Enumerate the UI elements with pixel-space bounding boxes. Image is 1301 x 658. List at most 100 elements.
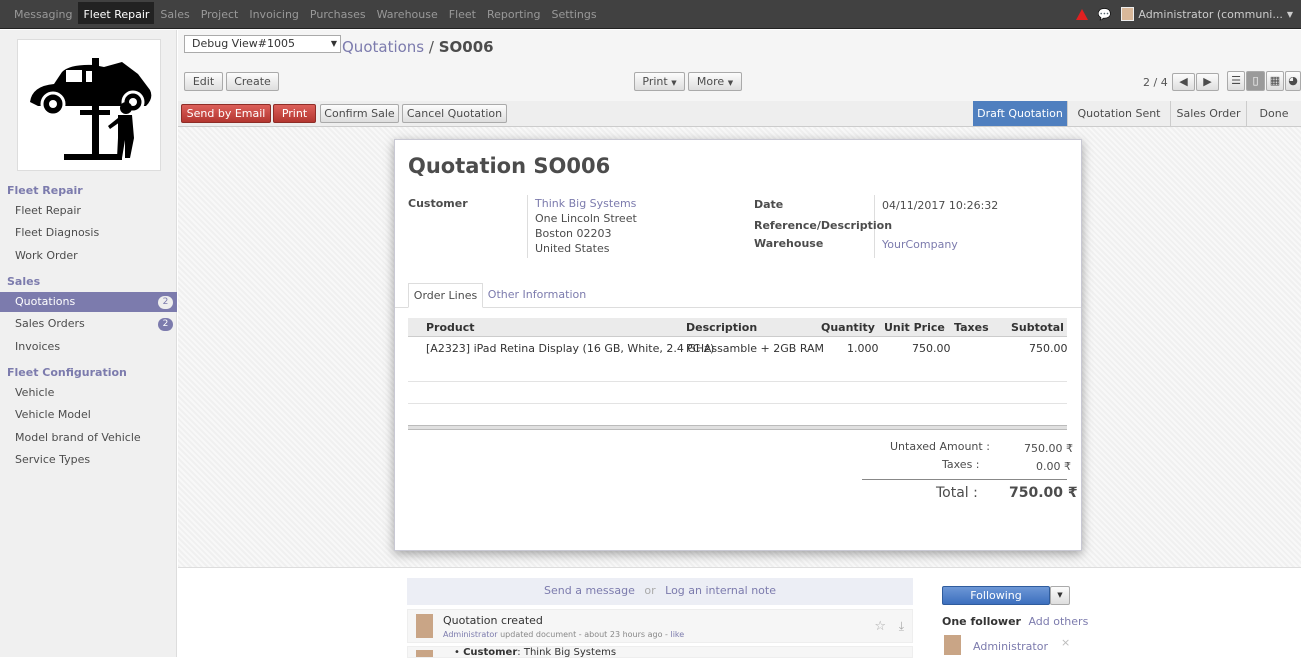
menu-sales[interactable]: Sales — [160, 8, 189, 24]
followers-header: One follower Add others — [942, 615, 1088, 628]
sidebar-item-vehicle-model[interactable]: Vehicle Model — [0, 405, 177, 425]
follower-avatar — [944, 635, 961, 655]
debug-select[interactable]: Debug View#1005 ▼ — [184, 35, 341, 53]
warning-icon[interactable] — [1075, 8, 1088, 20]
section-fleet-repair: Fleet Repair — [7, 184, 83, 197]
follower-name[interactable]: Administrator — [973, 640, 1048, 653]
form-icon: ▯ — [1252, 74, 1259, 87]
print-button[interactable]: Print — [273, 104, 316, 123]
sidebar-item-model-brand[interactable]: Model brand of Vehicle — [0, 428, 177, 448]
column-product[interactable]: Product — [426, 318, 475, 337]
remove-follower-icon[interactable]: × — [1061, 636, 1070, 649]
sidebar-item-vehicle[interactable]: Vehicle — [0, 383, 177, 403]
pager-previous-button[interactable]: ◀ — [1172, 73, 1195, 91]
menu-fleet-repair[interactable]: Fleet Repair — [78, 2, 155, 24]
warehouse-link[interactable]: YourCompany — [882, 238, 958, 251]
more-dropdown-button[interactable]: More ▼ — [688, 72, 742, 91]
pager-next-button[interactable]: ▶ — [1196, 73, 1219, 91]
sidebar-item-sales-orders[interactable]: Sales Orders 2 — [0, 314, 177, 334]
meta-text: updated document - about 23 hours ago - — [500, 630, 668, 639]
followers-count: One follower — [942, 615, 1021, 628]
warehouse-label: Warehouse — [754, 237, 824, 250]
confirm-sale-button[interactable]: Confirm Sale — [320, 104, 399, 123]
address-city: Boston 02203 — [535, 227, 612, 240]
menu-purchases[interactable]: Purchases — [310, 8, 366, 24]
view-graph-button[interactable]: ◕ — [1285, 71, 1301, 91]
row-divider — [408, 381, 1067, 382]
untaxed-value: 750.00 ₹ — [1024, 442, 1073, 455]
stage-sales-order[interactable]: Sales Order — [1170, 101, 1246, 126]
column-unit-price[interactable]: Unit Price — [884, 318, 945, 337]
log-note-link[interactable]: Log an internal note — [665, 584, 776, 597]
sidebar-item-work-order[interactable]: Work Order — [0, 246, 177, 266]
sidebar-item-label: Fleet Diagnosis — [15, 226, 100, 239]
action-statusbar: Send by Email Print Confirm Sale Cancel … — [178, 101, 1301, 127]
calendar-icon: ▦ — [1269, 74, 1281, 87]
pager-value: 2 / 4 — [1143, 76, 1168, 89]
chat-icon[interactable]: 💬 — [1098, 8, 1112, 21]
row-divider — [408, 403, 1067, 404]
sidebar-item-label: Vehicle — [15, 386, 55, 399]
total-label: Total : — [936, 485, 978, 501]
breadcrumb-separator: / — [428, 38, 434, 56]
breadcrumb-quotations[interactable]: Quotations — [342, 38, 424, 56]
form-sheet: Quotation SO006 Customer Think Big Syste… — [394, 139, 1082, 551]
cell-unit-price: 750.00 — [912, 342, 951, 355]
follower-item: Administrator × — [942, 633, 1072, 655]
menu-fleet[interactable]: Fleet — [449, 8, 476, 24]
author-link[interactable]: Administrator — [443, 630, 498, 639]
archive-icon[interactable]: ⤓ — [899, 619, 904, 634]
menu-warehouse[interactable]: Warehouse — [377, 8, 438, 24]
field-divider — [527, 195, 528, 258]
stage-draft-quotation[interactable]: Draft Quotation — [973, 101, 1067, 126]
sidebar-item-invoices[interactable]: Invoices — [0, 337, 177, 357]
stage-done[interactable]: Done — [1246, 101, 1301, 126]
sidebar-item-label: Work Order — [15, 249, 78, 262]
sidebar-item-fleet-repair[interactable]: Fleet Repair — [0, 201, 177, 221]
sidebar: Fleet Repair Fleet Repair Fleet Diagnosi… — [0, 30, 177, 657]
following-button[interactable]: Following — [942, 586, 1050, 605]
sidebar-item-label: Quotations — [15, 295, 76, 308]
tab-other-information[interactable]: Other Information — [487, 283, 587, 308]
view-calendar-button[interactable]: ▦ — [1266, 71, 1284, 91]
column-subtotal[interactable]: Subtotal — [1011, 318, 1064, 337]
menu-settings[interactable]: Settings — [551, 8, 596, 24]
chatter: Send a message or Log an internal note Q… — [178, 567, 1301, 658]
column-quantity[interactable]: Quantity — [821, 318, 875, 337]
count-badge: 2 — [158, 296, 173, 309]
user-name: Administrator (communi... — [1138, 7, 1283, 21]
view-list-button[interactable]: ☰ — [1227, 71, 1245, 91]
like-link[interactable]: like — [670, 630, 684, 639]
view-form-button[interactable]: ▯ — [1246, 71, 1265, 91]
menu-invoicing[interactable]: Invoicing — [249, 8, 299, 24]
column-description[interactable]: Description — [686, 318, 757, 337]
table-row[interactable]: [A2323] iPad Retina Display (16 GB, Whit… — [408, 337, 1068, 359]
tab-order-lines[interactable]: Order Lines — [408, 283, 483, 308]
edit-button[interactable]: Edit — [184, 72, 223, 91]
sidebar-item-fleet-diagnosis[interactable]: Fleet Diagnosis — [0, 223, 177, 243]
following-dropdown-button[interactable]: ▼ — [1050, 586, 1070, 605]
send-message-link[interactable]: Send a message — [544, 584, 635, 597]
date-label: Date — [754, 198, 784, 211]
stage-quotation-sent[interactable]: Quotation Sent — [1067, 101, 1170, 126]
author-avatar — [416, 614, 433, 638]
star-icon[interactable]: ☆ — [874, 619, 886, 634]
menu-project[interactable]: Project — [201, 8, 239, 24]
cell-quantity: 1.000 — [847, 342, 879, 355]
sidebar-item-quotations[interactable]: Quotations 2 — [0, 292, 177, 312]
create-button[interactable]: Create — [226, 72, 279, 91]
cancel-quotation-button[interactable]: Cancel Quotation — [402, 104, 507, 123]
send-by-email-button[interactable]: Send by Email — [181, 104, 271, 123]
tab-label: Order Lines — [413, 289, 478, 302]
user-menu[interactable]: Administrator (communi... ▼ — [1121, 7, 1293, 21]
sidebar-item-service-types[interactable]: Service Types — [0, 450, 177, 470]
menu-reporting[interactable]: Reporting — [487, 8, 540, 24]
sidebar-item-label: Invoices — [15, 340, 61, 353]
message-title: Quotation created — [443, 614, 543, 627]
print-dropdown-button[interactable]: Print ▼ — [634, 72, 685, 91]
customer-link[interactable]: Think Big Systems — [535, 197, 636, 210]
menu-messaging[interactable]: Messaging — [14, 8, 72, 24]
add-others-link[interactable]: Add others — [1028, 615, 1088, 628]
column-taxes[interactable]: Taxes — [954, 318, 989, 337]
customer-label: Customer — [408, 197, 468, 210]
